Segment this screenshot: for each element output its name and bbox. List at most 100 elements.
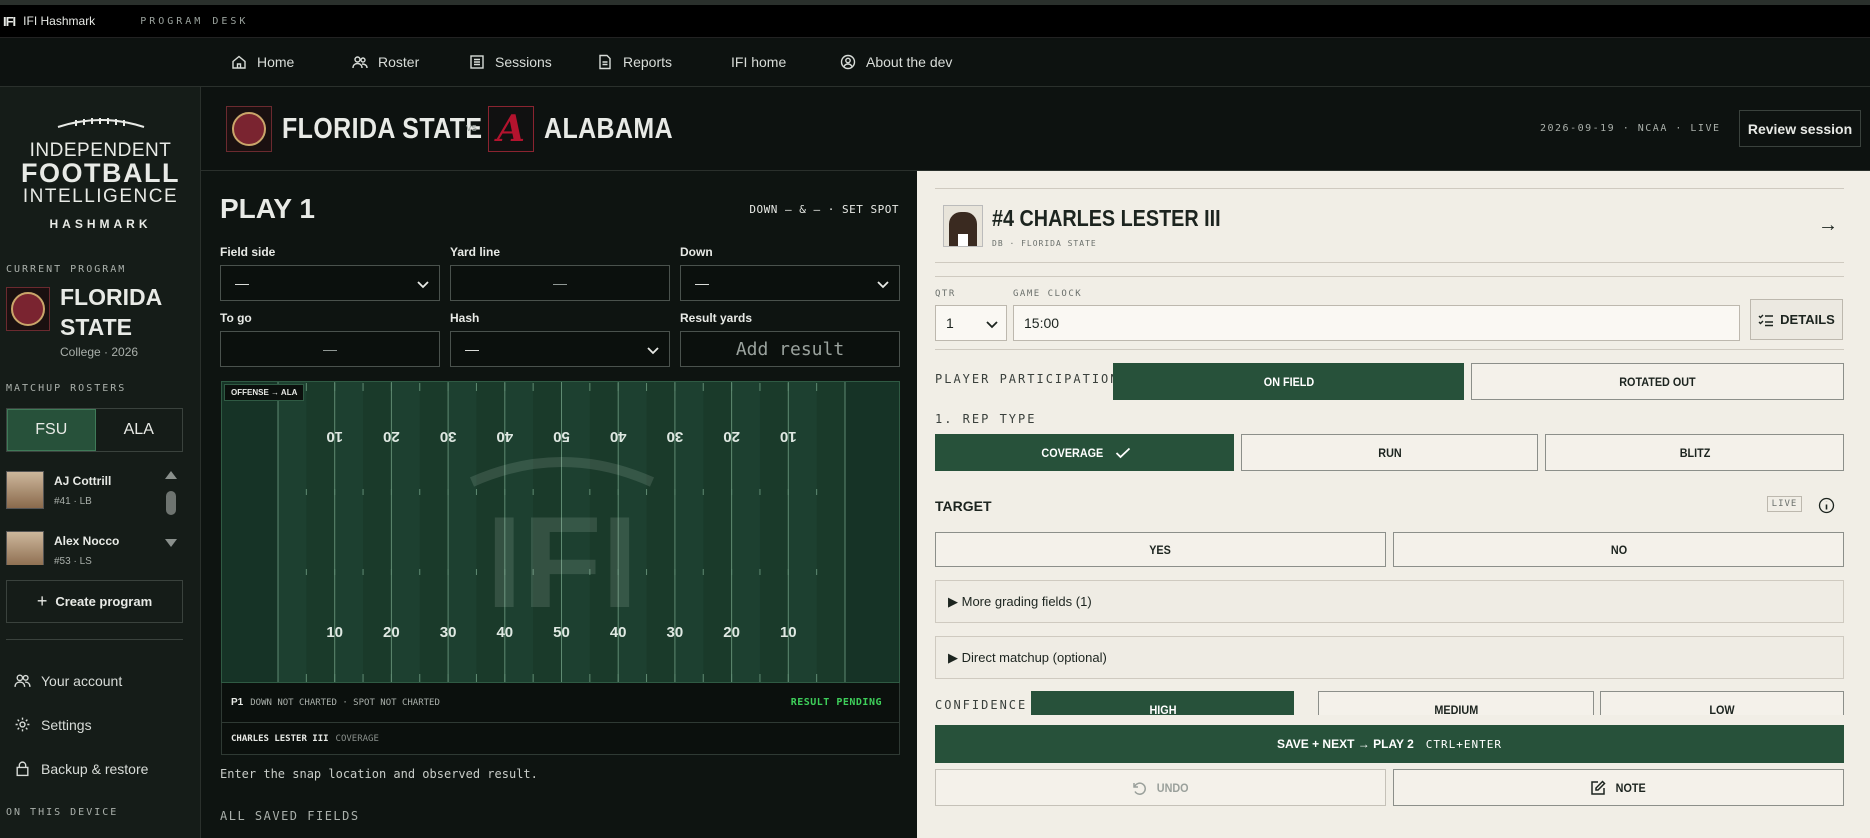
rep-run-button[interactable]: RUN (1241, 434, 1538, 471)
field-side-select[interactable]: — (220, 265, 440, 301)
roster-scrollbar[interactable] (162, 465, 180, 553)
sidebar-item-label: Backup & restore (41, 760, 149, 777)
roster-player-pos: #53 · LS (54, 556, 92, 565)
rep-coverage-button[interactable]: COVERAGE (935, 434, 1234, 471)
yard-number-top: 20 (723, 428, 740, 445)
current-program[interactable]: FLORIDA STATE College · 2026 (6, 284, 161, 359)
roster-tab-fsu[interactable]: FSU (7, 409, 96, 451)
brand-line-3: INTELLIGENCE (22, 186, 179, 207)
roster-tab-ala[interactable]: ALA (96, 409, 183, 451)
nav-roster[interactable]: Roster (352, 38, 419, 86)
rotated-out-button[interactable]: ROTATED OUT (1471, 363, 1844, 400)
roster-player-pos: #41 · LB (54, 496, 92, 507)
program-sub: College · 2026 (60, 345, 139, 359)
yard-line-input[interactable]: — (450, 265, 670, 301)
chevron-down-icon (647, 347, 659, 355)
on-this-device-label: ON THIS DEVICE (6, 807, 119, 818)
yard-line-label: Yard line (450, 245, 501, 259)
direct-matchup-toggle[interactable]: ▶ Direct matchup (optional) (935, 636, 1844, 679)
yard-number-bottom: 20 (723, 624, 740, 641)
result-yards-input[interactable]: Add result (680, 331, 900, 367)
roster-list: AJ Cottrill #41 · LB Alex Nocco #53 · LS (6, 465, 181, 565)
roster-item[interactable]: AJ Cottrill #41 · LB (6, 465, 181, 525)
down-info: DOWN — & — · SET SPOT (749, 203, 899, 216)
list-icon (470, 55, 484, 69)
down-select[interactable]: — (680, 265, 900, 301)
rep-type-label: 1. REP TYPE (935, 412, 1037, 426)
desk-label: PROGRAM DESK (140, 15, 249, 27)
yard-number-bottom: 10 (326, 624, 343, 641)
matchup-header: FLORIDA STATE vs A ALABAMA 2026-09-19 · … (201, 87, 1870, 171)
field-svg: 10 20 30 40 50 40 30 20 10 10 20 30 40 50 40 30 20 10 IF… (222, 382, 899, 682)
field-diagram[interactable]: 10 20 30 40 50 40 30 20 10 10 20 30 40 50 40 30 20 10 IF… (221, 381, 900, 683)
review-session-button[interactable]: Review session (1739, 110, 1861, 147)
sidebar-item-account[interactable]: Your account (14, 672, 122, 689)
account-icon (14, 674, 31, 687)
yard-number-top: 40 (610, 428, 627, 445)
target-yes-button[interactable]: YES (935, 532, 1386, 567)
fsu-logo-icon (226, 106, 272, 152)
people-icon (352, 56, 368, 69)
document-icon (599, 54, 611, 70)
roster-item[interactable]: Alex Nocco #53 · LS (6, 525, 181, 565)
to-go-input[interactable]: — (220, 331, 440, 367)
caption-rep: COVERAGE (335, 733, 379, 744)
nav-ifi-home[interactable]: IFI home (731, 38, 786, 86)
player-caption: CHARLES LESTER III COVERAGE (221, 723, 900, 755)
on-field-button[interactable]: ON FIELD (1113, 363, 1464, 400)
nav-about[interactable]: About the dev (840, 38, 952, 86)
yard-number-top: 30 (440, 428, 457, 445)
roster-player-name: Alex Nocco (54, 534, 120, 548)
save-label: SAVE + NEXT → PLAY 2 (1276, 737, 1414, 751)
hash-value: — (465, 341, 479, 357)
football-laces-icon (57, 118, 144, 128)
nav-reports-label: Reports (623, 54, 673, 70)
away-team-name: ALABAMA (544, 112, 674, 145)
hash-select[interactable]: — (450, 331, 670, 367)
play-panel: PLAY 1 DOWN — & — · SET SPOT Field side … (201, 171, 917, 838)
hash-label: Hash (450, 311, 480, 325)
target-no-button[interactable]: NO (1393, 532, 1844, 567)
confidence-medium-button[interactable]: MEDIUM (1318, 691, 1594, 715)
nav-ifi-home-label: IFI home (731, 54, 787, 70)
note-button[interactable]: NOTE (1393, 769, 1844, 806)
rep-blitz-button[interactable]: BLITZ (1545, 434, 1844, 471)
player-name: #4 CHARLES LESTER III (992, 205, 1221, 231)
home-icon (232, 55, 246, 69)
create-program-button[interactable]: + Create program (6, 580, 183, 623)
nav-sessions[interactable]: Sessions (469, 38, 552, 86)
nav-reports[interactable]: Reports (597, 38, 672, 86)
to-go-value: — (323, 341, 337, 357)
game-clock-label: GAME CLOCK (1013, 289, 1083, 299)
participation-label: PLAYER PARTICIPATION (935, 372, 1120, 386)
qtr-select[interactable]: 1 (935, 305, 1007, 341)
info-icon[interactable] (1818, 497, 1835, 514)
sidebar-item-backup[interactable]: Backup & restore (14, 760, 148, 777)
brand-line-2: FOOTBALL (21, 158, 180, 188)
grading-panel: #4 CHARLES LESTER III DB · FLORIDA STATE… (917, 171, 1870, 838)
down-label: Down (680, 245, 713, 259)
program-name: FLORIDA STATE (60, 284, 162, 340)
confidence-low-button[interactable]: LOW (1600, 691, 1844, 715)
roster-toggle: FSU ALA (6, 408, 183, 452)
arrow-right-icon[interactable]: → (1818, 214, 1838, 237)
yard-number-top: 30 (667, 428, 684, 445)
undo-icon (1133, 781, 1146, 795)
sidebar-item-settings[interactable]: Settings (14, 716, 92, 733)
caption-status: DOWN NOT CHARTED · SPOT NOT CHARTED (250, 697, 440, 708)
yard-line-value: — (553, 275, 567, 291)
yard-number-bottom: 10 (780, 624, 797, 641)
confidence-high-button[interactable]: HIGH (1031, 691, 1294, 715)
alabama-logo-icon: A (488, 106, 534, 152)
yard-number-top: 20 (383, 428, 400, 445)
more-grading-fields-toggle[interactable]: ▶ More grading fields (1) (935, 580, 1844, 623)
game-clock-input[interactable]: 15:00 (1013, 305, 1740, 341)
nav-home[interactable]: Home (231, 38, 294, 86)
checklist-icon (1758, 314, 1774, 326)
undo-button[interactable]: UNDO (935, 769, 1386, 806)
details-button[interactable]: DETAILS (1750, 299, 1843, 340)
nav-sessions-label: Sessions (495, 54, 552, 70)
save-shortcut: CTRL+ENTER (1425, 737, 1503, 751)
player-card[interactable]: #4 CHARLES LESTER III DB · FLORIDA STATE… (935, 188, 1844, 263)
save-next-button[interactable]: SAVE + NEXT → PLAY 2 CTRL+ENTER (935, 725, 1844, 763)
